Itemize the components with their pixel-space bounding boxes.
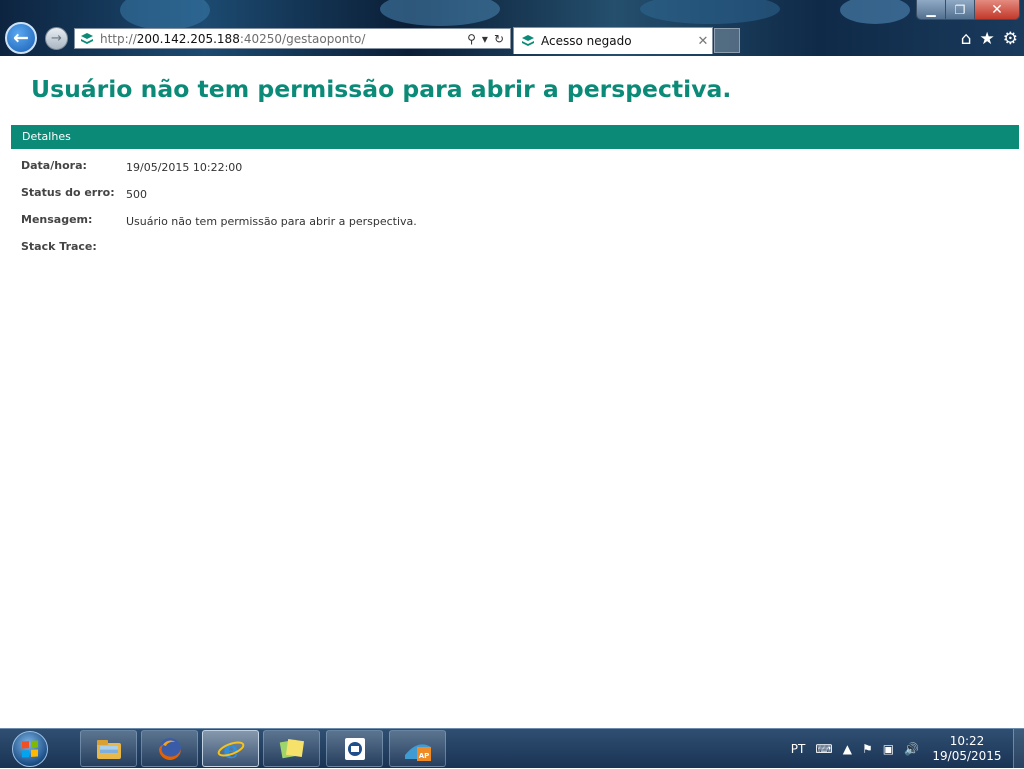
dropdown-arrow-icon[interactable]: ▾ <box>482 32 488 46</box>
tab-acesso-negado[interactable]: Acesso negado ✕ <box>513 27 713 54</box>
taskbar-internet-explorer[interactable]: e <box>202 730 259 767</box>
svg-text:e: e <box>223 735 238 763</box>
start-button[interactable] <box>6 729 54 769</box>
remote-desktop-icon <box>344 737 365 760</box>
clock-date: 19/05/2015 <box>932 749 1002 763</box>
back-arrow-icon: ← <box>13 27 29 49</box>
tab-title: Acesso negado <box>541 34 632 48</box>
home-icon[interactable]: ⌂ <box>961 29 972 49</box>
language-indicator[interactable]: PT <box>791 742 806 756</box>
detail-value: Usuário não tem permissão para abrir a p… <box>126 215 417 228</box>
tray-expand-icon[interactable]: ▲ <box>843 742 852 756</box>
action-center-flag-icon[interactable]: ⚑ <box>862 742 873 756</box>
forward-arrow-icon: → <box>51 31 62 46</box>
close-button[interactable]: ✕ <box>974 0 1019 19</box>
address-url[interactable]: http://200.142.205.188:40250/gestaoponto… <box>100 32 467 46</box>
detail-row: Status do erro: 500 <box>21 186 417 213</box>
new-tab-button[interactable] <box>714 28 740 53</box>
detail-label: Stack Trace: <box>21 240 97 253</box>
detail-row: Data/hora: 19/05/2015 10:22:00 <box>21 159 417 186</box>
background-decor <box>380 0 500 26</box>
taskbar-firefox[interactable] <box>141 730 198 767</box>
keyboard-icon[interactable]: ⌨ <box>815 742 832 756</box>
detail-label: Data/hora: <box>21 159 87 172</box>
background-decor <box>120 0 210 30</box>
settings-gear-icon[interactable]: ⚙ <box>1003 29 1018 49</box>
background-decor <box>640 0 780 24</box>
detail-row: Stack Trace: <box>21 240 417 267</box>
internet-explorer-icon: e <box>217 735 244 763</box>
network-icon[interactable]: ▣ <box>883 742 894 756</box>
detail-row: Mensagem: Usuário não tem permissão para… <box>21 213 417 240</box>
forward-button[interactable]: → <box>45 27 68 50</box>
favorites-star-icon[interactable]: ★ <box>980 29 995 49</box>
windows-logo-icon <box>12 731 48 767</box>
toolbar-icons: ⌂ ★ ⚙ <box>961 29 1018 49</box>
show-desktop-button[interactable] <box>1013 729 1024 769</box>
page-content: Usuário não tem permissão para abrir a p… <box>0 56 1024 728</box>
page-title: Usuário não tem permissão para abrir a p… <box>31 75 732 103</box>
browser-chrome: ▁ ❐ ✕ ← → http://200.142.205.188:40250/g… <box>0 0 1024 56</box>
firefox-icon <box>158 737 181 760</box>
site-favicon <box>81 32 93 44</box>
site-favicon <box>522 35 534 46</box>
taskbar-ap-app[interactable]: AP <box>389 730 446 767</box>
close-tab-icon[interactable]: ✕ <box>694 34 712 49</box>
taskbar-file-explorer[interactable] <box>80 730 137 767</box>
taskbar-sticky-notes[interactable] <box>263 730 320 767</box>
background-decor <box>840 0 910 24</box>
details-header: Detalhes <box>11 125 1019 149</box>
detail-label: Mensagem: <box>21 213 93 226</box>
taskbar-remote-desktop[interactable] <box>326 730 383 767</box>
details-list: Data/hora: 19/05/2015 10:22:00 Status do… <box>21 159 417 267</box>
detail-label: Status do erro: <box>21 186 115 199</box>
system-tray: PT ⌨ ▲ ⚑ ▣ 🔊 10:22 19/05/2015 <box>791 729 1024 769</box>
window-controls: ▁ ❐ ✕ <box>916 0 1020 20</box>
svg-text:AP: AP <box>418 752 429 760</box>
detail-value: 19/05/2015 10:22:00 <box>126 161 243 174</box>
sticky-notes-icon <box>279 738 304 758</box>
ap-app-icon: AP <box>404 743 431 761</box>
address-bar[interactable]: http://200.142.205.188:40250/gestaoponto… <box>74 28 511 49</box>
back-button[interactable]: ← <box>5 22 37 54</box>
minimize-button[interactable]: ▁ <box>917 0 945 19</box>
search-icon[interactable]: ⚲ <box>467 32 476 46</box>
restore-button[interactable]: ❐ <box>945 0 974 19</box>
refresh-icon[interactable]: ↻ <box>494 32 504 46</box>
taskbar: e AP PT ⌨ ▲ ⚑ ▣ 🔊 10:22 19/05/2015 <box>0 728 1024 769</box>
volume-icon[interactable]: 🔊 <box>904 742 919 756</box>
clock-time: 10:22 <box>949 734 985 748</box>
file-explorer-icon <box>96 739 121 759</box>
clock[interactable]: 10:22 19/05/2015 <box>929 734 1005 764</box>
detail-value: 500 <box>126 188 147 201</box>
